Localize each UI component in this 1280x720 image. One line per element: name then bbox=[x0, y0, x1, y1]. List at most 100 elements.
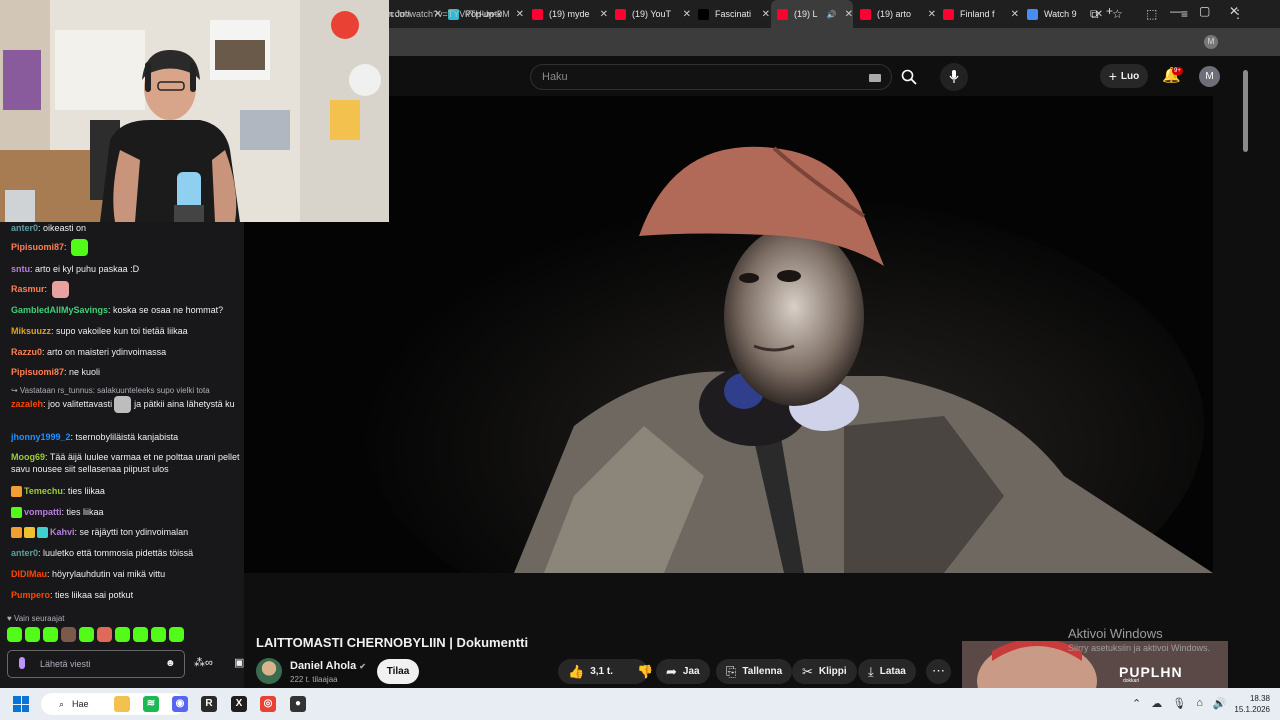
chat-username[interactable]: sntu bbox=[11, 264, 30, 274]
onedrive-icon[interactable]: ☁ bbox=[1151, 697, 1162, 710]
clip-button[interactable]: ✂ Klippi bbox=[792, 659, 857, 684]
tab-close-icon[interactable]: ✕ bbox=[683, 9, 691, 20]
app-r-icon[interactable]: R bbox=[201, 696, 217, 712]
extensions-icon[interactable]: ⬚ bbox=[1146, 7, 1157, 21]
share-button[interactable]: ➦ Jaa bbox=[656, 659, 710, 684]
subscribe-button[interactable]: Tilaa bbox=[377, 659, 419, 684]
chat-username[interactable]: Pipisuomi87 bbox=[11, 242, 64, 252]
user-badge-icon[interactable] bbox=[11, 486, 22, 498]
user-badge-icon[interactable] bbox=[24, 527, 35, 539]
create-button[interactable]: + Luo bbox=[1100, 64, 1148, 88]
user-badge-icon[interactable] bbox=[37, 527, 48, 539]
chat-username[interactable]: Rasmur bbox=[11, 284, 45, 294]
discord-icon[interactable]: ◉ bbox=[172, 696, 188, 712]
browser-tab[interactable]: (19) myde ✕ bbox=[526, 0, 608, 28]
cast-icon[interactable]: ⧉ bbox=[1090, 7, 1099, 22]
chat-username[interactable]: Pipisuomi87 bbox=[11, 367, 64, 377]
chat-username[interactable]: Miksuuzz bbox=[11, 326, 51, 336]
more-actions-button[interactable]: ⋯ bbox=[926, 659, 951, 684]
quick-emote-icon[interactable] bbox=[169, 627, 184, 642]
url-field[interactable]: com/watch?v=TYVkTHUwt9M bbox=[390, 9, 510, 19]
volume-icon[interactable]: 🔊 bbox=[1213, 697, 1227, 710]
maximize-button[interactable]: ▢ bbox=[1199, 4, 1210, 18]
chat-username[interactable]: Moog69 bbox=[11, 452, 45, 462]
scrollbar-thumb[interactable] bbox=[1243, 70, 1248, 152]
system-clock[interactable]: 18.38 15.1.2026 bbox=[1230, 693, 1270, 715]
tab-close-icon[interactable]: ✕ bbox=[762, 9, 770, 20]
chat-username[interactable]: zazaleh bbox=[11, 399, 43, 409]
channel-name-text[interactable]: Daniel Ahola bbox=[290, 660, 356, 672]
quick-emote-icon[interactable] bbox=[7, 627, 22, 642]
search-input[interactable]: Haku bbox=[542, 71, 568, 83]
account-avatar[interactable]: M bbox=[1199, 66, 1220, 87]
tab-close-icon[interactable]: ✕ bbox=[600, 9, 608, 20]
thumbs-up-icon[interactable]: 👍 bbox=[568, 664, 584, 680]
app-x-icon[interactable]: X bbox=[231, 696, 247, 712]
chat-emote-icon[interactable] bbox=[71, 239, 89, 256]
taskbar-search[interactable]: ⌕ Hae bbox=[41, 693, 185, 715]
chat-username[interactable]: DIDIMau bbox=[11, 569, 47, 579]
chat-username[interactable]: anter0 bbox=[11, 548, 38, 558]
spotify-icon[interactable]: ≋ bbox=[143, 696, 159, 712]
channel-avatar[interactable] bbox=[256, 658, 282, 684]
channel-name[interactable]: Daniel Ahola ✔ bbox=[290, 660, 366, 672]
search-box[interactable]: Haku bbox=[530, 64, 892, 90]
tab-close-icon[interactable]: ✕ bbox=[1011, 9, 1019, 20]
browser-menu-icon[interactable]: ⋮ bbox=[1232, 7, 1244, 21]
chat-emote-icon[interactable] bbox=[114, 396, 132, 413]
chat-input[interactable]: Lähetä viesti bbox=[40, 659, 91, 669]
voice-search-button[interactable] bbox=[940, 63, 968, 91]
user-badge-icon[interactable] bbox=[11, 507, 22, 519]
microphone-tray-icon[interactable]: 🎙 bbox=[1172, 697, 1186, 710]
browser-tab[interactable]: (19) arto ✕ bbox=[854, 0, 936, 28]
thumbs-down-icon[interactable]: 👎 bbox=[637, 664, 653, 680]
quick-emote-icon[interactable] bbox=[61, 627, 76, 642]
browser-tab[interactable]: Fascinati ✕ bbox=[692, 0, 770, 28]
chat-username[interactable]: vompatti bbox=[24, 507, 62, 517]
reading-list-icon[interactable]: ≡ bbox=[1181, 7, 1188, 21]
chrome-icon[interactable]: ◎ bbox=[260, 696, 276, 712]
chat-username[interactable]: anter0 bbox=[11, 223, 38, 233]
chat-username[interactable]: jhonny1999_2 bbox=[11, 432, 71, 442]
file-explorer-icon[interactable] bbox=[114, 696, 130, 712]
obs-icon[interactable]: ● bbox=[290, 696, 306, 712]
browser-profile-avatar[interactable]: M bbox=[1204, 35, 1218, 49]
network-icon[interactable]: ⌂ bbox=[1196, 697, 1203, 710]
microphone-icon[interactable] bbox=[19, 657, 25, 669]
download-button[interactable]: ⤓ Lataa bbox=[858, 659, 916, 684]
quick-emote-icon[interactable] bbox=[97, 627, 112, 642]
channel-points-icon[interactable]: ⁂∞ bbox=[194, 656, 213, 669]
tab-close-icon[interactable]: ✕ bbox=[845, 9, 853, 20]
chat-input-box[interactable]: Lähetä viesti ☻ bbox=[7, 650, 185, 678]
quick-emote-icon[interactable] bbox=[25, 627, 40, 642]
chat-username[interactable]: Kahvi bbox=[50, 527, 75, 537]
tab-audio-icon[interactable]: 🔊 bbox=[827, 10, 837, 19]
search-button[interactable] bbox=[892, 64, 926, 90]
emoji-picker-icon[interactable]: ☻ bbox=[165, 658, 176, 669]
chat-settings-icon[interactable]: ▣ bbox=[234, 656, 244, 669]
quick-emote-icon[interactable] bbox=[151, 627, 166, 642]
chat-emote-icon[interactable] bbox=[51, 281, 69, 298]
quick-emote-icon[interactable] bbox=[133, 627, 148, 642]
user-badge-icon[interactable] bbox=[11, 527, 22, 539]
tab-close-icon[interactable]: ✕ bbox=[928, 9, 936, 20]
chat-username[interactable]: Temechu bbox=[24, 486, 63, 496]
chat-username[interactable]: GambledAllMySavings bbox=[11, 305, 108, 315]
tab-close-icon[interactable]: ✕ bbox=[516, 9, 524, 20]
page-scrollbar[interactable] bbox=[1241, 58, 1250, 688]
chat-username[interactable]: Razzu0 bbox=[11, 347, 42, 357]
save-button[interactable]: ⎘ Tallenna bbox=[716, 659, 793, 684]
keyboard-icon[interactable] bbox=[869, 74, 881, 82]
bookmark-star-icon[interactable]: ☆ bbox=[1112, 7, 1123, 21]
quick-emote-icon[interactable] bbox=[79, 627, 94, 642]
start-button[interactable] bbox=[13, 696, 29, 712]
chevron-up-icon[interactable]: ⌃ bbox=[1132, 697, 1141, 710]
quick-emote-icon[interactable] bbox=[115, 627, 130, 642]
browser-tab[interactable]: (19) L 🔊 ✕ bbox=[771, 0, 853, 28]
browser-tab[interactable]: (19) YouT ✕ bbox=[609, 0, 691, 28]
like-count[interactable]: 3,1 t. bbox=[590, 666, 613, 677]
video-player[interactable] bbox=[244, 96, 1213, 573]
chat-username[interactable]: Pumpero bbox=[11, 590, 50, 600]
quick-emote-icon[interactable] bbox=[43, 627, 58, 642]
browser-tab[interactable]: Finland f ✕ bbox=[937, 0, 1019, 28]
